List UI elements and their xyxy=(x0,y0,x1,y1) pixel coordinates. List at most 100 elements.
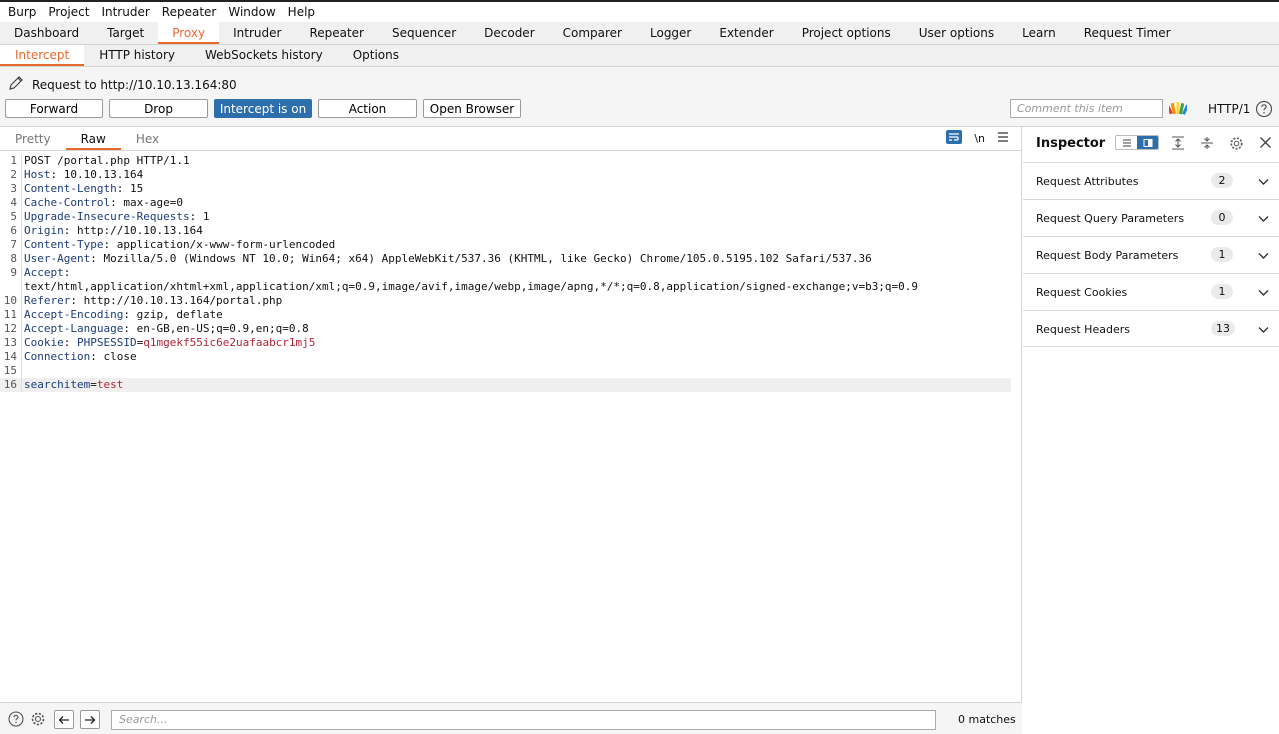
menu-project[interactable]: Project xyxy=(42,2,95,22)
inspector-settings-gear-icon[interactable] xyxy=(1229,136,1244,154)
code-line: 4 Cache-Control: max-age=0 xyxy=(0,196,1022,210)
chevron-down-icon[interactable] xyxy=(1258,175,1269,189)
tab-decoder[interactable]: Decoder xyxy=(470,22,549,44)
code-line: 6 Origin: http://10.10.13.164 xyxy=(0,224,1022,238)
search-bar: Search... 0 matches xyxy=(0,702,1022,734)
tab-intercept[interactable]: Intercept xyxy=(0,45,85,66)
action-button[interactable]: Action xyxy=(318,99,417,118)
request-info: Request to http://10.10.13.164:80 xyxy=(8,75,237,94)
tab-dashboard[interactable]: Dashboard xyxy=(0,22,93,44)
code-line: 2 Host: 10.10.13.164 xyxy=(0,168,1022,182)
inspector-panel: Inspector Request Attributes 2 Request Q… xyxy=(1023,127,1279,734)
forward-button[interactable]: Forward xyxy=(5,99,103,118)
tab-logger[interactable]: Logger xyxy=(636,22,705,44)
newline-toggle[interactable]: \n xyxy=(974,132,985,145)
code-line: 8 User-Agent: Mozilla/5.0 (Windows NT 10.… xyxy=(0,252,1022,266)
tab-repeater[interactable]: Repeater xyxy=(295,22,378,44)
http-version-toggle[interactable]: HTTP/1 xyxy=(1208,102,1250,116)
tab-sequencer[interactable]: Sequencer xyxy=(378,22,470,44)
inspector-layout-toggle[interactable] xyxy=(1115,135,1159,150)
editor-menu-icon[interactable] xyxy=(997,131,1009,146)
wrap-lines-icon[interactable] xyxy=(946,130,963,147)
help-icon[interactable] xyxy=(1255,100,1273,121)
tab-project-options[interactable]: Project options xyxy=(788,22,905,44)
menu-burp[interactable]: Burp xyxy=(2,2,42,22)
code-line: 9 Accept: xyxy=(0,266,1022,280)
tab-user-options[interactable]: User options xyxy=(905,22,1008,44)
search-help-icon[interactable] xyxy=(8,711,24,730)
editor-tabs: Pretty Raw Hex xyxy=(0,127,1022,151)
tab-comparer[interactable]: Comparer xyxy=(549,22,636,44)
arrow-right-icon xyxy=(85,715,96,724)
close-icon[interactable] xyxy=(1259,136,1272,152)
code-line: 3 Content-Length: 15 xyxy=(0,182,1022,196)
code-line: 13 Cookie: PHPSESSID=q1mgekf55ic6e2uafaab… xyxy=(0,336,1022,350)
tab-hex[interactable]: Hex xyxy=(121,127,174,150)
tab-target[interactable]: Target xyxy=(93,22,158,44)
count-badge: 13 xyxy=(1211,321,1235,336)
intercept-toggle-button[interactable]: Intercept is on xyxy=(214,99,312,118)
chevron-down-icon[interactable] xyxy=(1258,286,1269,300)
open-browser-button[interactable]: Open Browser xyxy=(423,99,521,118)
inspector-section-request-headers[interactable]: Request Headers 13 xyxy=(1023,310,1279,347)
collapse-all-icon[interactable] xyxy=(1200,136,1214,153)
menu-repeater[interactable]: Repeater xyxy=(156,2,223,22)
search-match-count: 0 matches xyxy=(958,713,1016,726)
code-line-wrapped: text/html,application/xhtml+xml,applicat… xyxy=(0,280,1022,294)
code-line: 12 Accept-Language: en-GB,en-US;q=0.9,en;… xyxy=(0,322,1022,336)
chevron-down-icon[interactable] xyxy=(1258,323,1269,337)
inspector-section-request-cookies[interactable]: Request Cookies 1 xyxy=(1023,273,1279,310)
split-view-icon[interactable] xyxy=(1137,136,1158,149)
code-line: 7 Content-Type: application/x-www-form-ur… xyxy=(0,238,1022,252)
pencil-icon[interactable] xyxy=(8,75,24,94)
tab-http-history[interactable]: HTTP history xyxy=(84,45,190,66)
code-line: 11 Accept-Encoding: gzip, deflate xyxy=(0,308,1022,322)
highlight-color-icon[interactable] xyxy=(1165,100,1190,119)
search-previous-button[interactable] xyxy=(54,710,74,729)
proxy-sub-tabs: Intercept HTTP history WebSockets histor… xyxy=(0,45,1279,67)
chevron-down-icon[interactable] xyxy=(1258,212,1269,226)
arrow-left-icon xyxy=(58,715,69,724)
count-badge: 0 xyxy=(1211,210,1233,225)
tab-websockets-history[interactable]: WebSockets history xyxy=(190,45,338,66)
tab-extender[interactable]: Extender xyxy=(705,22,787,44)
inspector-title: Inspector xyxy=(1036,136,1106,151)
inspector-section-request-attributes[interactable]: Request Attributes 2 xyxy=(1023,162,1279,199)
code-line: 10 Referer: http://10.10.13.164/portal.ph… xyxy=(0,294,1022,308)
inspector-section-request-body-parameters[interactable]: Request Body Parameters 1 xyxy=(1023,236,1279,273)
search-settings-gear-icon[interactable] xyxy=(30,711,46,730)
inspector-header: Inspector xyxy=(1023,127,1279,160)
request-code[interactable]: 1 POST /portal.php HTTP/1.1 2 Host: 10.10.… xyxy=(0,154,1022,392)
code-line: 5 Upgrade-Insecure-Requests: 1 xyxy=(0,210,1022,224)
intercept-toolbar: Request to http://10.10.13.164:80 Forwar… xyxy=(0,67,1279,127)
count-badge: 1 xyxy=(1211,284,1233,299)
menu-window[interactable]: Window xyxy=(222,2,281,22)
list-view-icon[interactable] xyxy=(1116,136,1137,149)
tab-learn[interactable]: Learn xyxy=(1008,22,1070,44)
tab-pretty[interactable]: Pretty xyxy=(0,127,66,150)
request-target-label: Request to http://10.10.13.164:80 xyxy=(32,77,237,92)
tab-options[interactable]: Options xyxy=(338,45,414,66)
count-badge: 1 xyxy=(1211,247,1233,262)
search-next-button[interactable] xyxy=(80,710,100,729)
tab-raw[interactable]: Raw xyxy=(65,127,121,150)
drop-button[interactable]: Drop xyxy=(109,99,208,118)
code-line: 1 POST /portal.php HTTP/1.1 xyxy=(0,154,1022,168)
expand-all-icon[interactable] xyxy=(1171,136,1185,153)
inspector-section-request-query-parameters[interactable]: Request Query Parameters 0 xyxy=(1023,199,1279,236)
tab-proxy[interactable]: Proxy xyxy=(158,22,220,44)
code-line: 15 xyxy=(0,364,1022,378)
menu-intruder[interactable]: Intruder xyxy=(95,2,155,22)
comment-input[interactable]: Comment this item xyxy=(1010,99,1163,118)
main-tabs: Dashboard Target Proxy Intruder Repeater… xyxy=(0,22,1279,45)
code-line-selected: 16 searchitem=test xyxy=(0,378,1011,392)
code-line: 14 Connection: close xyxy=(0,350,1022,364)
request-editor: Pretty Raw Hex \n 1 POST /portal.php HTTP… xyxy=(0,127,1022,702)
count-badge: 2 xyxy=(1211,173,1233,188)
menu-bar: Burp Project Intruder Repeater Window He… xyxy=(0,0,1279,22)
chevron-down-icon[interactable] xyxy=(1258,249,1269,263)
search-input[interactable]: Search... xyxy=(111,710,936,730)
tab-request-timer[interactable]: Request Timer xyxy=(1070,22,1185,44)
tab-intruder[interactable]: Intruder xyxy=(219,22,295,44)
menu-help[interactable]: Help xyxy=(282,2,321,22)
